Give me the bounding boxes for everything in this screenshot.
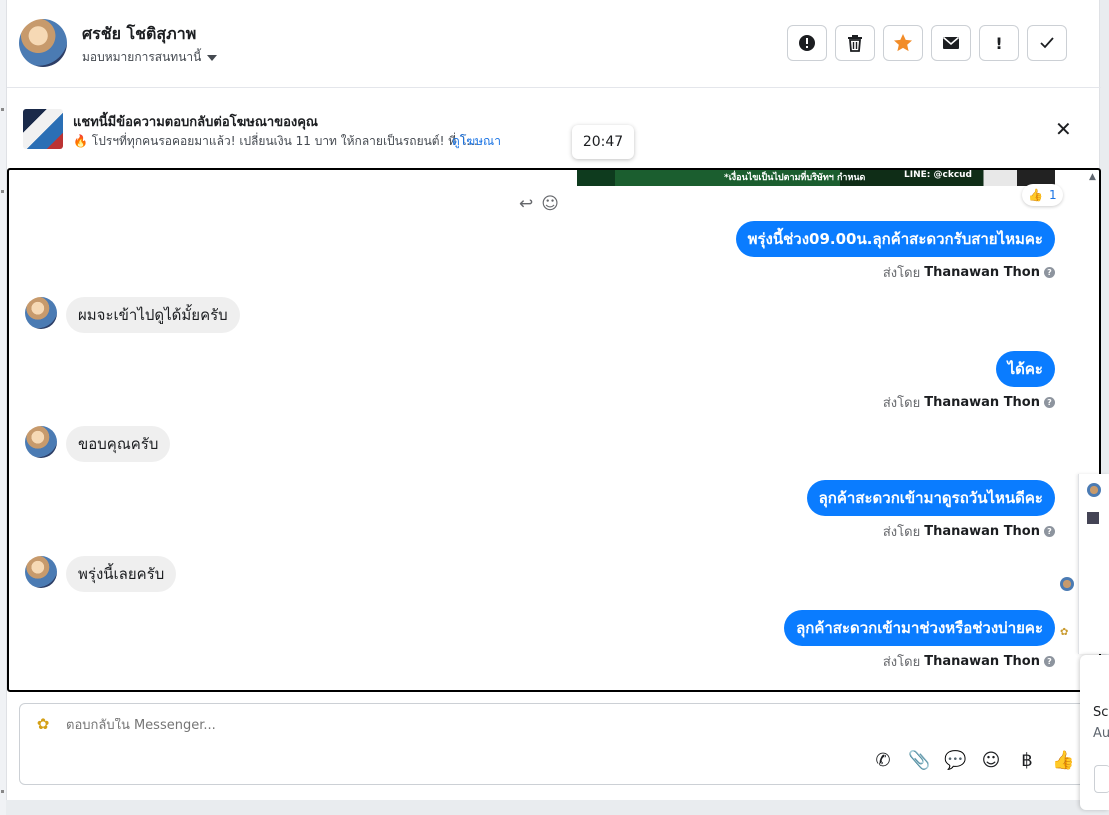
ad-thumbnail[interactable] — [23, 109, 63, 149]
sent-by-prefix: ส่งโดย — [882, 266, 921, 281]
side-thumbnail — [1087, 512, 1099, 524]
star-icon — [894, 34, 912, 52]
sent-by-label: ส่งโดย Thanawan Thon ? — [883, 651, 1055, 672]
help-icon[interactable]: ? — [1044, 267, 1055, 278]
edge-tick — [1, 108, 4, 111]
side-chat-panel[interactable] — [1078, 474, 1109, 654]
contact-avatar-small — [25, 426, 57, 458]
timestamp-tooltip: 20:47 — [572, 125, 634, 159]
sender-name: Thanawan Thon — [924, 524, 1040, 539]
side-popup-subtext: Au — [1093, 726, 1109, 741]
message-bubble-incoming[interactable]: พรุ่งนี้เลยครับ — [66, 556, 177, 592]
sent-by-label: ส่งโดย Thanawan Thon ? — [883, 392, 1055, 413]
help-icon[interactable]: ? — [1044, 526, 1055, 537]
star-button[interactable] — [883, 25, 923, 61]
side-popup-text: Sc — [1093, 705, 1109, 720]
message-composer: ✿ ✆ 📎 💬 ☺ ฿ 👍 — [19, 703, 1099, 785]
contact-avatar[interactable] — [19, 19, 67, 67]
exclamation-icon: ! — [995, 33, 1003, 53]
caret-down-icon — [207, 54, 218, 61]
side-popup-panel[interactable]: Sc Au — [1080, 655, 1109, 810]
side-popup-button[interactable] — [1094, 765, 1109, 793]
sender-name: Thanawan Thon — [924, 265, 1040, 280]
ad-notice-text: 🔥 โปรฯที่ทุกคนรอคอยมาแล้ว! เปลี่ยนเงิน 1… — [73, 134, 478, 148]
conversation-header: ศรชัย โชติสุภาพ มอบหมายการสนทนานี้ ! — [7, 0, 1101, 88]
message-bubble-outgoing[interactable]: ได้คะ — [995, 351, 1055, 387]
ad-notice-title: แชทนี้มีข้อความตอบกลับต่อโฆษณาของคุณ — [73, 115, 318, 130]
thumbs-up-icon: 👍 — [1028, 188, 1043, 202]
assign-label: มอบหมายการสนทนานี้ — [82, 50, 202, 64]
sender-name: Thanawan Thon — [924, 395, 1040, 410]
message-bubble-incoming[interactable]: ขอบคุณครับ — [66, 426, 171, 462]
edge-tick — [1, 190, 4, 193]
message-bubble-outgoing[interactable]: ลุกค้าสะดวกเข้ามาดูรถวันไหนดีคะ — [806, 480, 1055, 516]
sent-by-prefix: ส่งโดย — [882, 655, 921, 670]
message-bubble-incoming[interactable]: ผมจะเข้าไปดูได้มั้ยครับ — [66, 297, 240, 333]
alert-circle-icon — [799, 35, 815, 51]
side-avatar — [1087, 483, 1101, 497]
sender-name: Thanawan Thon — [924, 654, 1040, 669]
composer-toolbar: ✆ 📎 💬 ☺ ฿ 👍 — [872, 750, 1074, 771]
like-icon[interactable]: 👍 — [1052, 750, 1074, 771]
message-bubble-outgoing[interactable]: พรุ่งนี้ช่วง09.00น.ลุกค้าสะดวกรับสายไหมค… — [735, 221, 1055, 257]
sent-by-label: ส่งโดย Thanawan Thon ? — [883, 521, 1055, 542]
sent-by-prefix: ส่งโดย — [882, 396, 921, 411]
reply-icon[interactable]: ↩ — [519, 194, 533, 214]
mark-unread-button[interactable] — [931, 25, 971, 61]
message-thread[interactable]: *เงื่อนไขเป็นไปตามที่บริษัทฯ กำหนด LINE:… — [7, 168, 1101, 692]
report-button[interactable] — [787, 25, 827, 61]
reaction-count: 1 — [1048, 188, 1057, 202]
sent-by-prefix: ส่งโดย — [882, 525, 921, 540]
trash-icon — [848, 35, 862, 52]
banner-line-id: LINE: @ckcud — [904, 170, 973, 180]
reaction-badge[interactable]: 👍 1 — [1022, 184, 1063, 206]
message-bubble-outgoing[interactable]: ลุกค้าสะดวกเข้ามาช่วงหรือช่วงบ่ายคะ — [784, 610, 1055, 646]
saved-reply-icon[interactable]: 💬 — [944, 750, 966, 771]
sent-by-label: ส่งโดย Thanawan Thon ? — [883, 262, 1055, 283]
message-tools: ↩ ☺ — [519, 194, 559, 214]
banner-conditions-text: *เงื่อนไขเป็นไปตามที่บริษัทฯ กำหนด — [724, 173, 866, 183]
assign-conversation-dropdown[interactable]: มอบหมายการสนทนานี้ — [82, 48, 218, 67]
payment-icon[interactable]: ฿ — [1016, 750, 1038, 771]
edge-tick — [1, 790, 4, 793]
contact-name[interactable]: ศรชัย โชติสุภาพ — [82, 22, 196, 47]
checkmark-icon — [1040, 37, 1054, 49]
done-button[interactable] — [1027, 25, 1067, 61]
seen-indicator-avatar — [1060, 577, 1074, 591]
help-icon[interactable]: ? — [1044, 656, 1055, 667]
attach-icon[interactable]: 📎 — [908, 750, 930, 771]
envelope-icon — [942, 36, 960, 49]
contact-avatar-small — [25, 556, 57, 588]
header-actions: ! — [787, 25, 1067, 61]
emoji-icon[interactable]: ☺ — [980, 750, 1002, 771]
ad-reply-notice: แชทนี้มีข้อความตอบกลับต่อโฆษณาของคุณ 🔥 โ… — [7, 89, 1101, 161]
flag-button[interactable]: ! — [979, 25, 1019, 61]
call-icon[interactable]: ✆ — [872, 750, 894, 771]
contact-avatar-small — [25, 297, 57, 329]
page-logo-icon: ✿ — [36, 715, 50, 733]
close-icon[interactable]: ✕ — [1055, 117, 1072, 141]
view-ad-link[interactable]: ดูโฆษณา — [452, 132, 501, 151]
delete-button[interactable] — [835, 25, 875, 61]
help-icon[interactable]: ? — [1044, 397, 1055, 408]
page-logo-icon: ✿ — [1060, 627, 1069, 638]
react-emoji-icon[interactable]: ☺ — [541, 194, 559, 214]
conversation-panel: ศรชัย โชติสุภาพ มอบหมายการสนทนานี้ ! แชท… — [6, 0, 1101, 800]
reply-input[interactable] — [66, 718, 966, 733]
scroll-up-arrow-icon[interactable]: ▲ — [1089, 172, 1096, 182]
